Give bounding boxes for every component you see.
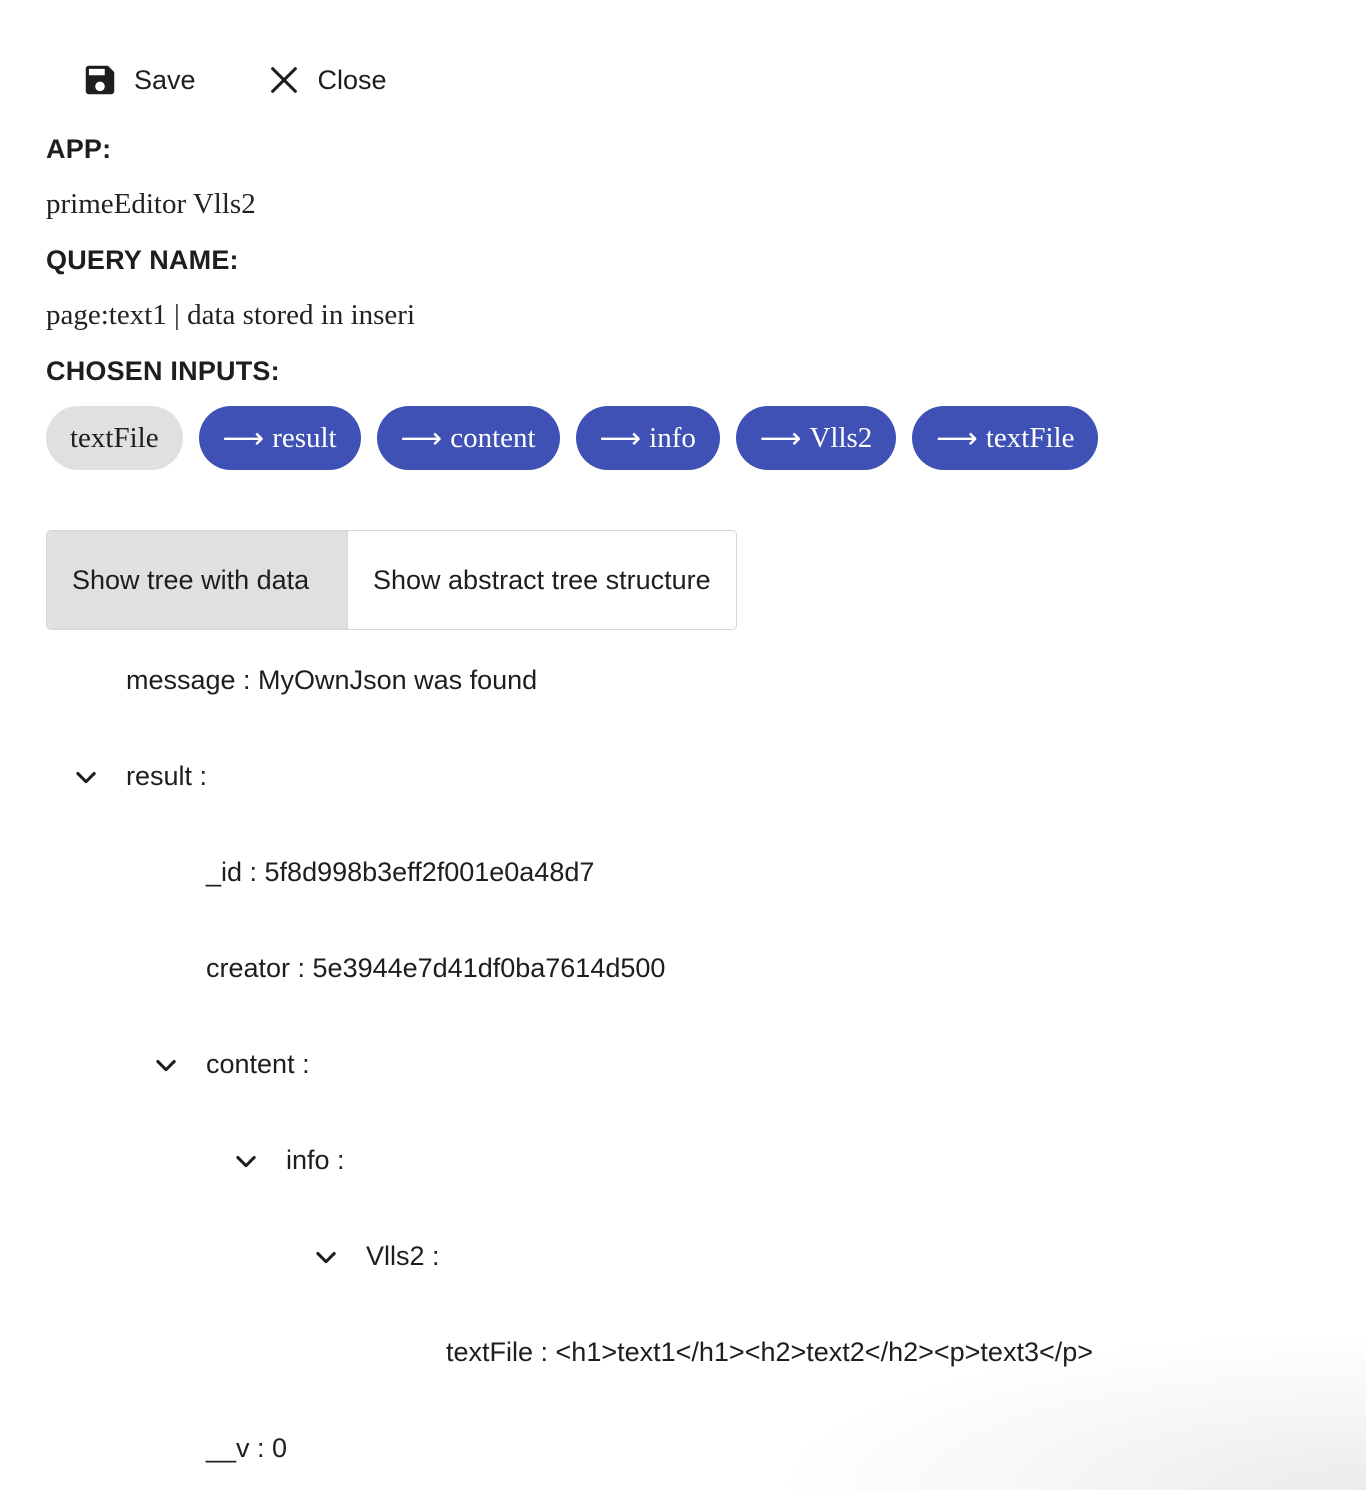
chip-path-vlls2[interactable]: ⟶ Vlls2	[735, 406, 897, 470]
arrow-icon: ⟶	[400, 421, 443, 455]
arrow-icon: ⟶	[936, 421, 978, 455]
tree-node-content[interactable]: content :	[206, 1044, 310, 1084]
chip-path-content[interactable]: ⟶ content	[376, 406, 560, 470]
tree-node-result[interactable]: result :	[126, 756, 207, 796]
close-button[interactable]: Close	[266, 62, 387, 98]
tree-node-message: message : MyOwnJson was found	[126, 664, 538, 695]
editor-toolbar: Save Close	[80, 56, 387, 104]
close-label: Close	[317, 64, 387, 95]
chip-label: info	[649, 421, 696, 454]
chip-path-result[interactable]: ⟶ result	[198, 406, 361, 470]
chip-label: textFile	[70, 421, 159, 454]
arrow-icon: ⟶	[599, 421, 642, 455]
chosen-inputs-chips: textFile ⟶ result ⟶ content ⟶ info ⟶ Vll…	[46, 406, 1099, 470]
tree-node-creator: creator : 5e3944e7d41df0ba7614d500	[206, 952, 666, 983]
tree-node-version: __v : 0	[206, 1432, 288, 1463]
chip-label: textFile	[985, 421, 1075, 454]
chip-label: result	[272, 421, 337, 454]
query-name-label: QUERY NAME:	[46, 245, 239, 275]
chosen-inputs-label: CHOSEN INPUTS:	[46, 356, 280, 386]
chip-label: content	[450, 421, 536, 454]
close-icon	[266, 62, 302, 98]
chevron-down-icon[interactable]	[231, 1146, 261, 1176]
save-label: Save	[134, 64, 196, 95]
chip-path-textfile[interactable]: ⟶ textFile	[912, 406, 1099, 470]
tree-node-vlls2[interactable]: Vlls2 :	[366, 1236, 440, 1276]
app-label: APP:	[46, 134, 112, 164]
show-tree-with-data-toggle[interactable]: Show tree with data	[47, 531, 347, 629]
chevron-down-icon[interactable]	[71, 762, 101, 792]
tree-node-info[interactable]: info :	[286, 1140, 345, 1180]
arrow-icon: ⟶	[759, 421, 802, 455]
show-abstract-tree-toggle[interactable]: Show abstract tree structure	[347, 531, 736, 629]
tree-node-id: _id : 5f8d998b3eff2f001e0a48d7	[206, 856, 595, 887]
chevron-down-icon[interactable]	[151, 1050, 181, 1080]
tree-view-toggle-group: Show tree with data Show abstract tree s…	[46, 530, 737, 630]
arrow-icon: ⟶	[222, 421, 265, 455]
chip-root-textfile: textFile	[46, 406, 183, 470]
save-icon	[80, 60, 120, 100]
chip-path-info[interactable]: ⟶ info	[575, 406, 720, 470]
tree-node-textfile: textFile : <h1>text1</h1><h2>text2</h2><…	[446, 1336, 1094, 1367]
app-value: primeEditor Vlls2	[46, 188, 256, 220]
save-button[interactable]: Save	[80, 60, 196, 100]
chevron-down-icon[interactable]	[311, 1242, 341, 1272]
chip-label: Vlls2	[809, 421, 873, 454]
query-name-value: page:text1 | data stored in inseri	[46, 299, 415, 331]
